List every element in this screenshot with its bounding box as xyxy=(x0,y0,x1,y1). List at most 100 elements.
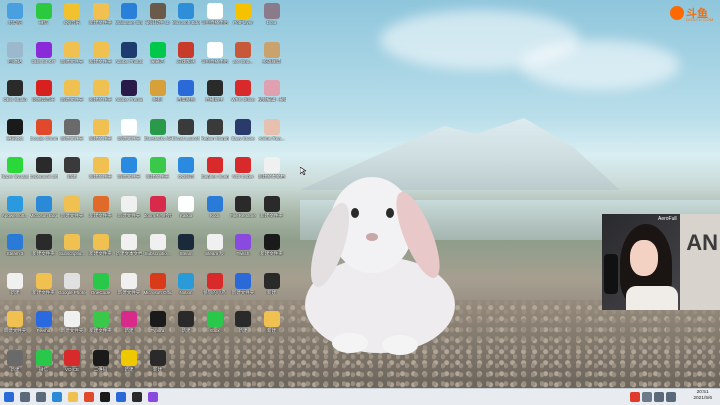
desktop-icon[interactable]: 新建 xyxy=(1,349,29,383)
desktop-icon[interactable]: 新建 xyxy=(115,310,143,344)
desktop-icon[interactable]: Stephen Scenes xyxy=(201,156,229,190)
desktop-icon[interactable]: 爱奇艺 xyxy=(144,41,172,75)
desktop-icon[interactable]: Apowersoft... xyxy=(1,195,29,229)
network-icon[interactable] xyxy=(654,392,664,402)
desktop-icon[interactable]: 视频编辑 - 截屏 xyxy=(258,79,286,113)
desktop-icon[interactable]: 新建文件夹 xyxy=(30,272,58,306)
desktop-icon[interactable]: 斗鱼直播伴侣 xyxy=(201,2,229,36)
desktop-icon[interactable]: 酷狗 xyxy=(144,79,172,113)
desktop-icon[interactable]: 新建文件夹 xyxy=(58,195,86,229)
desktop-icon[interactable]: Steam 版 xyxy=(201,233,229,267)
desktop-icon[interactable]: VOICE xyxy=(58,349,86,383)
desktop-icon[interactable]: 微信 xyxy=(30,349,58,383)
desktop-icon[interactable]: 新建文件夹 xyxy=(87,2,115,36)
desktop-icon[interactable]: Wallpaper Engine xyxy=(115,2,143,36)
desktop-icon[interactable]: 新建文本文档 xyxy=(258,156,286,190)
obs-icon[interactable] xyxy=(132,392,142,402)
desktop-icon[interactable]: 新建 xyxy=(258,272,286,306)
desktop-icon[interactable]: Bluestacks 多开器 xyxy=(144,118,172,152)
edge-icon[interactable] xyxy=(52,392,62,402)
desktop-icon[interactable]: 新建文件夹 xyxy=(115,272,143,306)
explorer-icon[interactable] xyxy=(68,392,78,402)
desktop-icon[interactable]: OneCode xyxy=(87,272,115,306)
desktop-icon[interactable]: Notion xyxy=(172,272,200,306)
desktop-icon[interactable]: 新建文件夹 xyxy=(258,195,286,229)
chevron-up-icon[interactable] xyxy=(642,392,652,402)
desktop-icon[interactable]: Kodi xyxy=(201,195,229,229)
desktop-icon[interactable]: File Rename xyxy=(229,195,257,229)
desktop-icon[interactable]: 新建文件夹 xyxy=(87,41,115,75)
desktop-icon[interactable]: 新建文件夹 xyxy=(144,156,172,190)
desktop-icon[interactable]: arc Grip... xyxy=(229,41,257,75)
desktop-icon[interactable]: 新建文件夹 xyxy=(30,233,58,267)
desktop-icon[interactable]: 新建文件夹 xyxy=(115,118,143,152)
desktop-icon[interactable]: 新建文件夹 xyxy=(58,310,86,344)
desktop-icon[interactable]: 新建文件夹 xyxy=(115,156,143,190)
desktop-icon[interactable]: 直播助手 xyxy=(201,79,229,113)
desktop-icon[interactable]: Microsoft Office xyxy=(144,272,172,306)
desktop-icon[interactable]: Adobe Premiere P... xyxy=(115,79,143,113)
desktop-icon[interactable]: 录屏软件 sb xyxy=(144,2,172,36)
desktop-icon[interactable]: QQ影音 xyxy=(172,156,200,190)
desktop-icon[interactable]: Typora xyxy=(144,310,172,344)
desktop-icon[interactable]: WPS Office xyxy=(229,79,257,113)
desktop-icon[interactable]: Subscriptio... xyxy=(58,233,86,267)
chrome-icon[interactable] xyxy=(84,392,94,402)
desktop-icon[interactable]: Cyberpunk 2077 xyxy=(30,156,58,190)
desktop-icon[interactable]: 新建文件夹 xyxy=(58,79,86,113)
desktop-icon[interactable]: 网易云音乐 xyxy=(30,79,58,113)
desktop-icon[interactable]: Anime Rea... xyxy=(258,118,286,152)
desktop-icon[interactable]: 愤怒的小鸟 xyxy=(201,272,229,306)
desktop-icon[interactable]: 新建文件夹 xyxy=(1,310,29,344)
start-icon[interactable] xyxy=(4,392,14,402)
desktop-icon[interactable]: NOI Cyber xyxy=(229,156,257,190)
desktop-icon[interactable]: 新建文件夹 xyxy=(229,272,257,306)
desktop-icon[interactable]: 新建文件夹 xyxy=(115,195,143,229)
desktop-icon[interactable]: 新建文件夹 xyxy=(87,156,115,190)
desktop-icon[interactable]: 新建 xyxy=(144,349,172,383)
desktop-icon[interactable]: 新建 xyxy=(229,310,257,344)
desktop-icon[interactable]: Microsoft Edge xyxy=(30,195,58,229)
desktop-icon[interactable]: 英雄联盟 xyxy=(258,41,286,75)
desktop-icon[interactable]: 新建 xyxy=(258,310,286,344)
desktop-icon[interactable]: 腾讯QQ xyxy=(1,118,29,152)
desktop-icon[interactable]: Feishu xyxy=(30,310,58,344)
desktop[interactable]: 此电脑微信QQ音乐新建文件夹Wallpaper Engine录屏软件 sbMic… xyxy=(0,0,720,388)
taskview-icon[interactable] xyxy=(36,392,46,402)
desktop-icon[interactable]: 新建文件夹 xyxy=(87,118,115,152)
desktop-icon[interactable]: Adobe Photosh... xyxy=(115,41,143,75)
ime-icon[interactable] xyxy=(630,392,640,402)
desktop-icon[interactable]: 回收站 xyxy=(1,41,29,75)
desktop-icon[interactable]: 百度网盘 xyxy=(172,79,200,113)
desktop-icon[interactable]: 新建文件夹 xyxy=(87,310,115,344)
desktop-icon[interactable]: 微信 xyxy=(30,2,58,36)
desktop-icon[interactable]: 二维码 xyxy=(87,349,115,383)
desktop-icon[interactable]: 新建文件夹 xyxy=(58,41,86,75)
desktop-icon[interactable]: Kalkia xyxy=(172,195,200,229)
desktop-icon[interactable]: Elcast Launcher xyxy=(172,118,200,152)
desktop-icon[interactable]: QQ音乐 xyxy=(58,2,86,36)
desktop-icon[interactable]: Dota xyxy=(258,2,286,36)
search-icon[interactable] xyxy=(20,392,30,402)
desktop-icon[interactable]: Easy Stone xyxy=(229,118,257,152)
desktop-icon[interactable]: 新建文件夹 xyxy=(87,195,115,229)
desktop-icon[interactable]: 游戏加速 xyxy=(172,41,200,75)
desktop-icon[interactable]: 新建 xyxy=(58,156,86,190)
twitch-icon[interactable] xyxy=(148,392,158,402)
volume-icon[interactable] xyxy=(666,392,676,402)
desktop-icon[interactable]: Razer Synapse xyxy=(1,156,29,190)
desktop-icon[interactable]: 新建文件夹 xyxy=(87,79,115,113)
desktop-icon[interactable]: PotPlayer xyxy=(229,2,257,36)
desktop-icon[interactable]: Region Morphe xyxy=(201,118,229,152)
desktop-icon[interactable]: OBS 64 KIT xyxy=(30,41,58,75)
desktop-icon[interactable]: 此电脑 xyxy=(1,2,29,36)
store-icon[interactable] xyxy=(116,392,126,402)
desktop-icon[interactable]: Subscriptio... xyxy=(144,233,172,267)
desktop-icon[interactable]: Microsoft Edge xyxy=(172,2,200,36)
desktop-icon[interactable]: 新建 xyxy=(1,272,29,306)
desktop-icon[interactable]: OBS Studio xyxy=(1,79,29,113)
desktop-icon[interactable]: 新建文本文档 xyxy=(115,233,143,267)
desktop-icon[interactable]: Xbox xyxy=(201,310,229,344)
desktop-icon[interactable]: 新建文件夹 xyxy=(87,233,115,267)
desktop-icon[interactable]: Steam 3 xyxy=(1,233,29,267)
